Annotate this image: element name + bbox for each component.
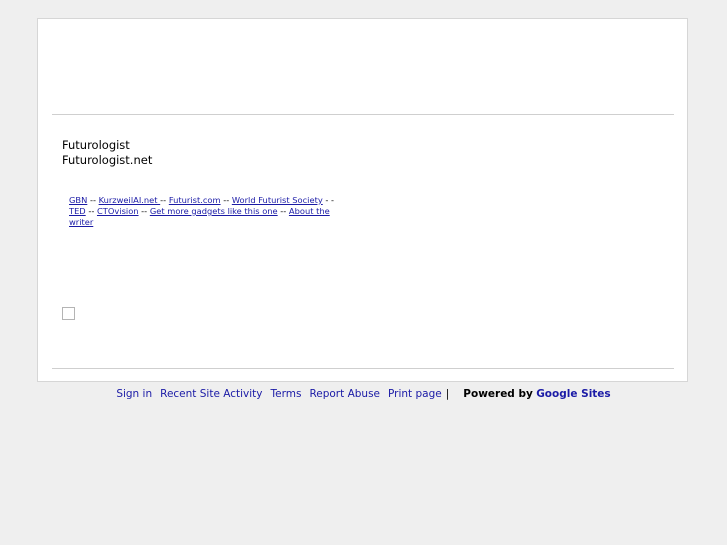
powered-by-label: Powered by xyxy=(463,388,533,400)
recent-site-activity-link[interactable]: Recent Site Activity xyxy=(160,388,262,400)
link-separator: -- xyxy=(220,195,232,205)
link-separator: -- xyxy=(160,195,169,205)
link-gbn[interactable]: GBN xyxy=(69,195,87,205)
link-get-more-gadgets[interactable]: Get more gadgets like this one xyxy=(150,206,278,216)
link-futurist-com[interactable]: Futurist.com xyxy=(169,195,221,205)
link-separator: -- xyxy=(85,206,97,216)
link-separator: -- xyxy=(138,206,150,216)
page-container: Futurologist Futurologist.net GBN -- Kur… xyxy=(37,18,688,382)
terms-link[interactable]: Terms xyxy=(271,388,302,400)
futurist-links-gadget: GBN -- KurzweilAI.net -- Futurist.com --… xyxy=(69,195,351,228)
link-world-futurist-society[interactable]: World Futurist Society xyxy=(232,195,323,205)
google-sites-link[interactable]: Google Sites xyxy=(536,388,611,400)
print-page-link[interactable]: Print page xyxy=(388,388,442,400)
link-separator: -- xyxy=(277,206,289,216)
header-divider xyxy=(52,114,674,115)
footer-separator: | xyxy=(445,388,450,400)
link-separator: -- xyxy=(87,195,99,205)
report-abuse-link[interactable]: Report Abuse xyxy=(309,388,380,400)
footer-divider xyxy=(52,368,674,369)
link-separator: - - xyxy=(322,195,335,205)
site-subtitle: Futurologist.net xyxy=(62,152,153,167)
site-footer: Sign in Recent Site Activity Terms Report A… xyxy=(0,387,727,401)
link-ted[interactable]: TED xyxy=(69,206,86,216)
site-title: Futurologist xyxy=(62,138,130,152)
link-kurzweilai[interactable]: KurzweilAI.net xyxy=(99,195,161,205)
gadget-placeholder-checkbox[interactable] xyxy=(62,307,75,320)
sign-in-link[interactable]: Sign in xyxy=(116,388,152,400)
site-title-block: Futurologist Futurologist.net xyxy=(62,138,152,167)
link-ctovision[interactable]: CTOvision xyxy=(97,206,139,216)
